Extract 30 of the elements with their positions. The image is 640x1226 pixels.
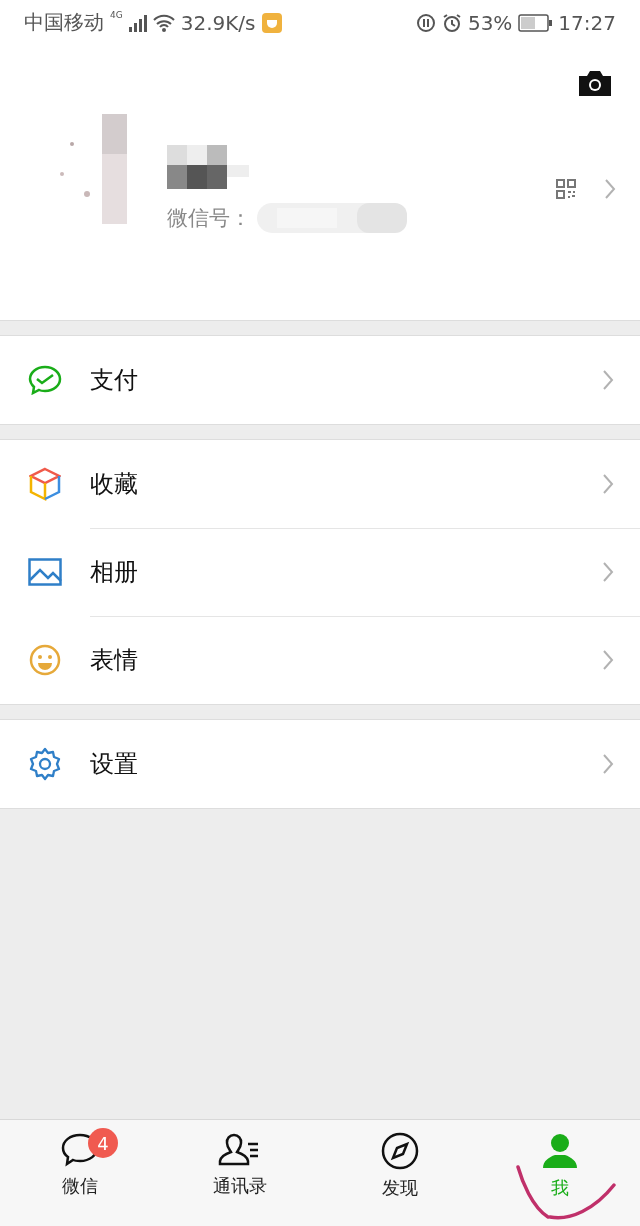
qr-code-icon[interactable]	[556, 179, 576, 199]
signal-icon	[128, 13, 147, 32]
camera-icon[interactable]	[579, 70, 611, 96]
picture-icon	[28, 558, 62, 586]
clock-time: 17:27	[558, 10, 616, 35]
wifi-icon	[152, 13, 175, 32]
person-icon	[541, 1132, 579, 1170]
network-type: 4G	[110, 10, 123, 20]
network-speed: 32.9K/s	[180, 10, 256, 35]
wechat-id-label: 微信号：	[167, 205, 251, 232]
chevron-icon	[602, 369, 614, 391]
gear-icon	[28, 747, 62, 781]
unread-badge: 4	[88, 1128, 118, 1158]
tab[interactable]: 发现	[320, 1120, 480, 1226]
chevron-icon	[604, 178, 616, 200]
tab[interactable]: 4 微信	[0, 1120, 160, 1226]
alarm-icon	[441, 12, 462, 33]
chevron-icon	[602, 561, 614, 583]
chevron-icon	[602, 649, 614, 671]
chevron-icon	[602, 473, 614, 495]
cup-icon	[261, 12, 282, 33]
chevron-icon	[602, 753, 614, 775]
smiley-icon	[29, 644, 61, 676]
compass-icon	[381, 1132, 419, 1170]
wallet-icon	[28, 365, 62, 395]
tab[interactable]: 通讯录	[160, 1120, 320, 1226]
carrier-name: 中国移动	[24, 9, 104, 36]
battery-icon	[518, 13, 553, 32]
cube-icon	[29, 467, 61, 501]
battery-percent: 53%	[467, 10, 513, 35]
